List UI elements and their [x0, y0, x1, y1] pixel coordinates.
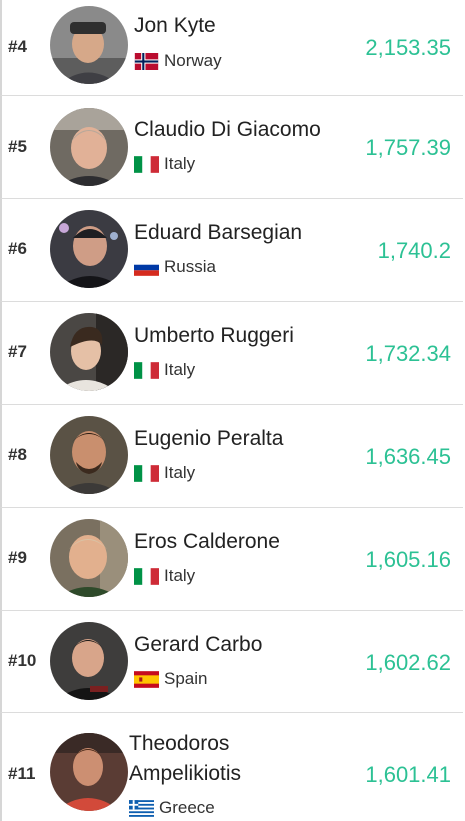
player-score: 1,732.34 — [365, 341, 451, 366]
leaderboard-row[interactable]: #9 Eros Calderone Italy 1,605.16 — [0, 508, 463, 611]
rank-label: #10 — [8, 651, 37, 670]
player-name[interactable]: Eros Calderone — [134, 530, 280, 554]
greece-flag-icon — [129, 799, 154, 817]
leaderboard-list: #4 Jon Kyte Norway 2,153.35 #5 Claudio D… — [0, 0, 465, 821]
country-label: Italy — [164, 463, 196, 482]
country-line: Italy — [134, 463, 195, 483]
player-score: 1,636.45 — [365, 444, 451, 469]
player-avatar[interactable] — [50, 519, 128, 597]
country-label: Russia — [164, 257, 216, 276]
rank-label: #8 — [8, 445, 27, 464]
player-name[interactable]: Jon Kyte — [134, 14, 216, 38]
player-avatar[interactable] — [50, 733, 128, 811]
player-score: 1,601.41 — [365, 762, 451, 787]
player-avatar[interactable] — [50, 210, 128, 288]
leaderboard-row[interactable]: #7 Umberto Ruggeri Italy 1,732.34 — [0, 302, 463, 405]
player-name[interactable]: Eugenio Peralta — [134, 427, 283, 451]
country-label: Norway — [164, 51, 222, 70]
country-line: Greece — [129, 798, 215, 818]
player-avatar[interactable] — [50, 416, 128, 494]
country-label: Italy — [164, 360, 196, 379]
russia-flag-icon — [134, 258, 159, 276]
country-line: Spain — [134, 669, 207, 689]
leaderboard-row[interactable]: #11 Theodoros Ampelikiotis Greece 1,601.… — [0, 713, 463, 821]
player-score: 1,757.39 — [365, 135, 451, 160]
player-avatar[interactable] — [50, 6, 128, 84]
leaderboard-row[interactable]: #6 Eduard Barsegian Russia 1,740.2 — [0, 199, 463, 302]
country-line: Italy — [134, 154, 195, 174]
leaderboard-row[interactable]: #5 Claudio Di Giacomo Italy 1,757.39 — [0, 96, 463, 199]
player-name[interactable]: Umberto Ruggeri — [134, 324, 294, 348]
player-score: 2,153.35 — [365, 35, 451, 60]
country-line: Norway — [134, 51, 222, 71]
player-avatar[interactable] — [50, 313, 128, 391]
player-name[interactable]: Eduard Barsegian — [134, 221, 302, 245]
player-avatar[interactable] — [50, 622, 128, 700]
leaderboard-row[interactable]: #8 Eugenio Peralta Italy 1,636.45 — [0, 405, 463, 508]
rank-label: #5 — [8, 137, 27, 156]
leaderboard-row[interactable]: #4 Jon Kyte Norway 2,153.35 — [0, 0, 463, 96]
rank-label: #6 — [8, 239, 27, 258]
player-name[interactable]: Gerard Carbo — [134, 633, 262, 657]
country-line: Russia — [134, 257, 216, 277]
rank-label: #4 — [8, 37, 27, 56]
rank-label: #9 — [8, 548, 27, 567]
country-label: Spain — [164, 669, 208, 688]
norway-flag-icon — [134, 52, 159, 70]
player-score: 1,605.16 — [365, 547, 451, 572]
italy-flag-icon — [134, 155, 159, 173]
italy-flag-icon — [134, 464, 159, 482]
player-score: 1,740.2 — [377, 238, 451, 263]
country-label: Greece — [159, 798, 215, 817]
player-avatar[interactable] — [50, 108, 128, 186]
spain-flag-icon — [134, 670, 159, 688]
leaderboard-row[interactable]: #10 Gerard Carbo Spain 1,602.62 — [0, 611, 463, 713]
country-line: Italy — [134, 566, 195, 586]
rank-label: #7 — [8, 342, 27, 361]
country-label: Italy — [164, 154, 196, 173]
rank-label: #11 — [8, 764, 36, 783]
player-name[interactable]: Claudio Di Giacomo — [134, 118, 321, 142]
country-label: Italy — [164, 566, 196, 585]
player-name[interactable]: Theodoros Ampelikiotis — [129, 729, 279, 789]
player-score: 1,602.62 — [365, 650, 451, 675]
italy-flag-icon — [134, 567, 159, 585]
italy-flag-icon — [134, 361, 159, 379]
country-line: Italy — [134, 360, 195, 380]
